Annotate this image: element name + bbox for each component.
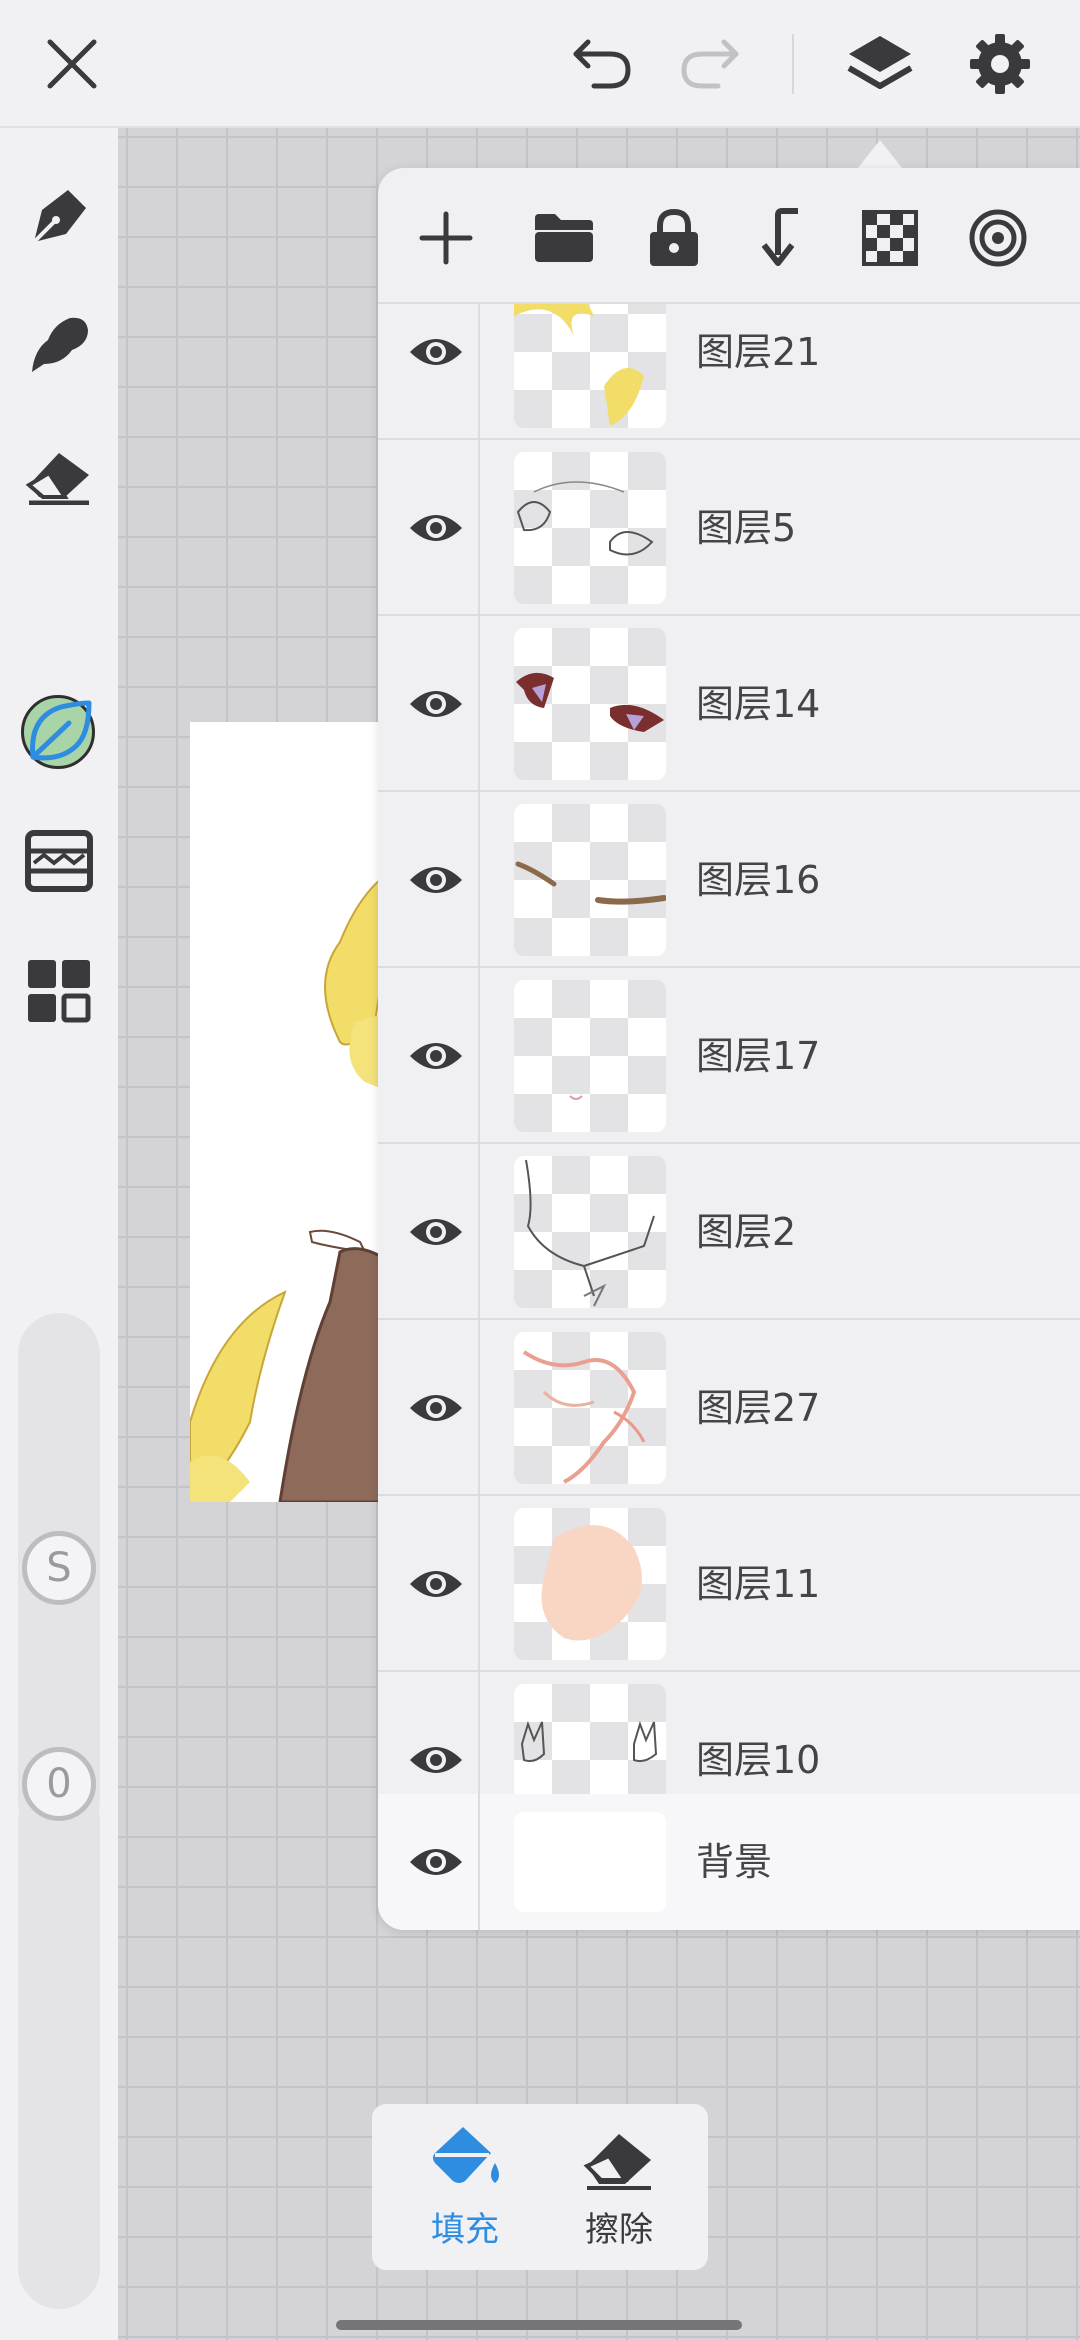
layers-toolbar — [378, 168, 1080, 304]
layer-thumbnail — [514, 1332, 666, 1484]
panel-pointer — [858, 140, 902, 168]
opacity-slider-knob[interactable]: 0 — [22, 1747, 96, 1821]
background-thumbnail — [514, 1812, 666, 1912]
layer-thumbnail — [514, 1508, 666, 1660]
row-divider — [478, 968, 480, 1144]
layers-panel: 图层21 图层5 图层14 图层16 图层17 图层2 图层27 图层11 图层… — [378, 168, 1080, 1930]
layer-row[interactable]: 图层27 — [378, 1320, 1080, 1496]
row-divider — [478, 792, 480, 968]
visibility-eye-icon[interactable] — [400, 1724, 472, 1796]
paint-bucket-icon — [433, 2127, 499, 2183]
layer-row[interactable]: 图层5 — [378, 440, 1080, 616]
layer-thumbnail — [514, 452, 666, 604]
layer-thumbnail — [514, 628, 666, 780]
visibility-eye-icon[interactable] — [400, 1196, 472, 1268]
layer-name: 图层5 — [696, 506, 797, 550]
visibility-eye-icon[interactable] — [400, 668, 472, 740]
row-divider — [478, 440, 480, 616]
tool-sidebar: S 0 — [0, 128, 118, 2340]
row-divider — [478, 1794, 480, 1930]
layer-list[interactable]: 图层21 图层5 图层14 图层16 图层17 图层2 图层27 图层11 图层… — [378, 304, 1080, 1930]
visibility-eye-icon[interactable] — [400, 1020, 472, 1092]
visibility-eye-icon[interactable] — [400, 844, 472, 916]
target-icon[interactable] — [958, 198, 1038, 278]
folder-icon[interactable] — [524, 198, 604, 278]
merge-down-icon[interactable] — [742, 198, 822, 278]
eraser-icon — [583, 2134, 651, 2190]
size-slider-label: S — [46, 1545, 72, 1591]
settings-icon[interactable] — [960, 24, 1040, 104]
layer-thumbnail — [514, 980, 666, 1132]
layer-name: 图层11 — [696, 1562, 821, 1606]
undo-icon[interactable] — [562, 24, 642, 104]
eraser-icon[interactable] — [18, 434, 100, 516]
top-toolbar — [0, 0, 1080, 128]
fill-erase-toolbar: 填充 擦除 — [372, 2104, 708, 2270]
layer-name: 图层16 — [696, 858, 821, 902]
grid-menu-icon[interactable] — [18, 950, 100, 1032]
layer-thumbnail — [514, 1156, 666, 1308]
erase-button[interactable]: 擦除 — [544, 2118, 694, 2258]
fill-label: 填充 — [431, 2210, 499, 2250]
layer-row[interactable]: 图层2 — [378, 1144, 1080, 1320]
transparency-icon[interactable] — [850, 198, 930, 278]
layer-name: 背景 — [696, 1840, 773, 1884]
row-divider — [478, 1144, 480, 1320]
home-indicator[interactable] — [336, 2320, 742, 2330]
layer-name: 图层27 — [696, 1386, 821, 1430]
erase-label: 擦除 — [585, 2210, 653, 2250]
visibility-eye-icon[interactable] — [400, 492, 472, 564]
opacity-slider-label: 0 — [46, 1761, 72, 1807]
toolbar-divider — [792, 34, 794, 94]
layer-row[interactable]: 图层17 — [378, 968, 1080, 1144]
visibility-eye-icon[interactable] — [400, 1372, 472, 1444]
visibility-eye-icon[interactable] — [400, 1548, 472, 1620]
layer-name: 图层17 — [696, 1034, 821, 1078]
lock-icon[interactable] — [634, 198, 714, 278]
pen-icon[interactable] — [18, 176, 100, 258]
opacity-slider[interactable] — [18, 1779, 100, 2309]
row-divider — [478, 304, 480, 440]
size-slider-knob[interactable]: S — [22, 1531, 96, 1605]
layer-name: 图层21 — [696, 330, 821, 374]
row-divider — [478, 1496, 480, 1672]
fill-button[interactable]: 填充 — [390, 2118, 540, 2258]
layer-row[interactable]: 图层16 — [378, 792, 1080, 968]
artwork-preview — [190, 722, 390, 1502]
row-divider — [478, 1320, 480, 1496]
layer-name: 图层2 — [696, 1210, 797, 1254]
layer-name: 图层14 — [696, 682, 821, 726]
redo-icon[interactable] — [670, 24, 750, 104]
background-layer-row[interactable]: 背景 — [378, 1794, 1080, 1930]
layers-icon[interactable] — [840, 24, 920, 104]
fill-leaf-icon[interactable] — [18, 690, 100, 772]
add-layer-icon[interactable] — [406, 198, 486, 278]
layer-row[interactable]: 图层21 — [378, 304, 1080, 440]
layer-thumbnail — [514, 304, 666, 428]
row-divider — [478, 616, 480, 792]
brush-icon[interactable] — [18, 304, 100, 386]
close-icon[interactable] — [32, 24, 112, 104]
visibility-eye-icon[interactable] — [400, 316, 472, 388]
ruler-icon[interactable] — [18, 820, 100, 902]
layer-row[interactable]: 图层11 — [378, 1496, 1080, 1672]
layer-thumbnail — [514, 804, 666, 956]
visibility-eye-icon[interactable] — [400, 1826, 472, 1898]
layer-row[interactable]: 图层14 — [378, 616, 1080, 792]
